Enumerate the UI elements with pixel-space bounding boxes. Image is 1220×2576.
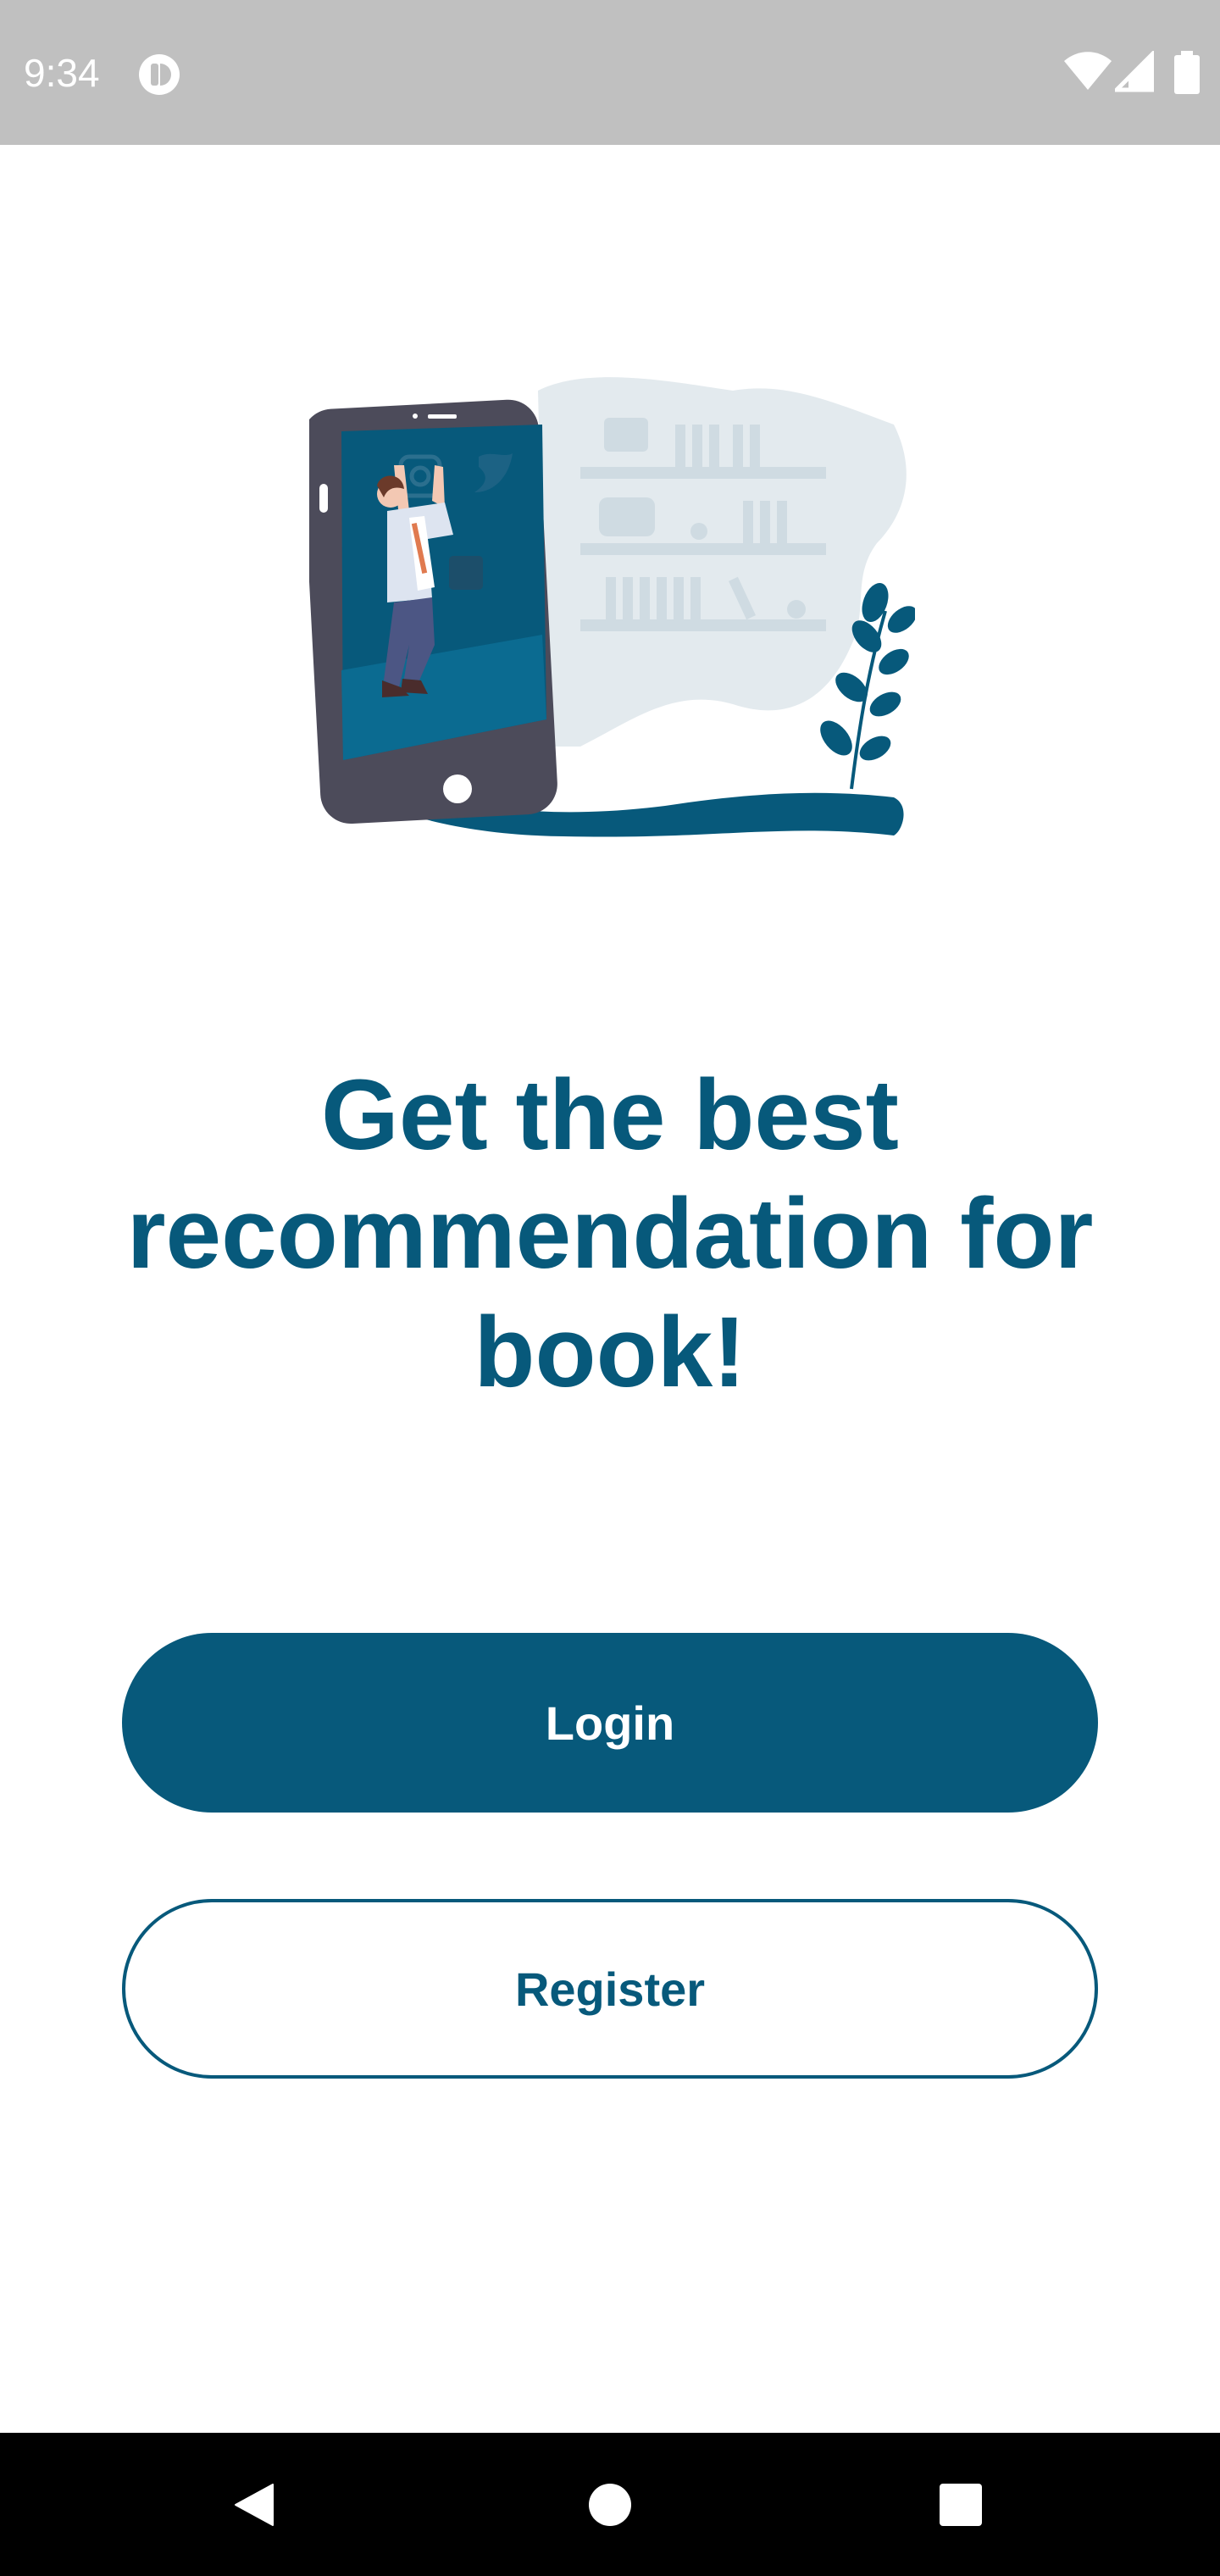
- status-bar: 9:34: [0, 0, 1220, 145]
- register-button[interactable]: Register: [122, 1899, 1098, 2079]
- recents-button[interactable]: [893, 2433, 1029, 2576]
- welcome-screen: Get the best recommendation for book! Lo…: [0, 145, 1220, 2433]
- back-icon: [235, 2483, 274, 2526]
- status-time: 9:34: [24, 51, 100, 95]
- phone-bookshelf-illustration: [309, 377, 915, 837]
- system-navigation-bar: [0, 2433, 1220, 2576]
- login-button[interactable]: Login: [122, 1633, 1098, 1813]
- signal-icon: [1115, 51, 1154, 92]
- battery-icon: [1174, 51, 1200, 94]
- app-notification-icon: [139, 54, 180, 95]
- recents-icon: [940, 2483, 982, 2526]
- welcome-headline: Get the best recommendation for book!: [126, 1059, 1094, 1408]
- home-button[interactable]: [542, 2433, 678, 2576]
- home-icon: [589, 2483, 631, 2526]
- back-button[interactable]: [186, 2433, 322, 2576]
- wifi-icon: [1064, 52, 1112, 90]
